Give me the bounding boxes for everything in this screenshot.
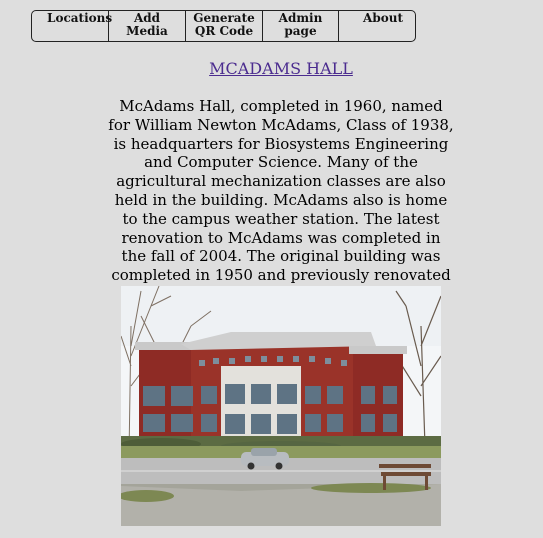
nav-about-button[interactable]: About — [339, 11, 415, 41]
description-text: McAdams Hall, completed in 1960, named f… — [108, 97, 454, 303]
nav-bar: Locations Add Media Generate QR Code Adm… — [31, 10, 416, 42]
nav-generate-qr-button[interactable]: Generate QR Code — [186, 11, 263, 41]
nav-admin-page-button[interactable]: Admin page — [263, 11, 339, 41]
nav-locations-button[interactable]: Locations — [32, 11, 112, 41]
building-photo — [121, 286, 441, 526]
nav-add-media-button[interactable]: Add Media — [109, 11, 186, 41]
page-title-link[interactable]: MCADAMS HALL — [0, 59, 543, 78]
